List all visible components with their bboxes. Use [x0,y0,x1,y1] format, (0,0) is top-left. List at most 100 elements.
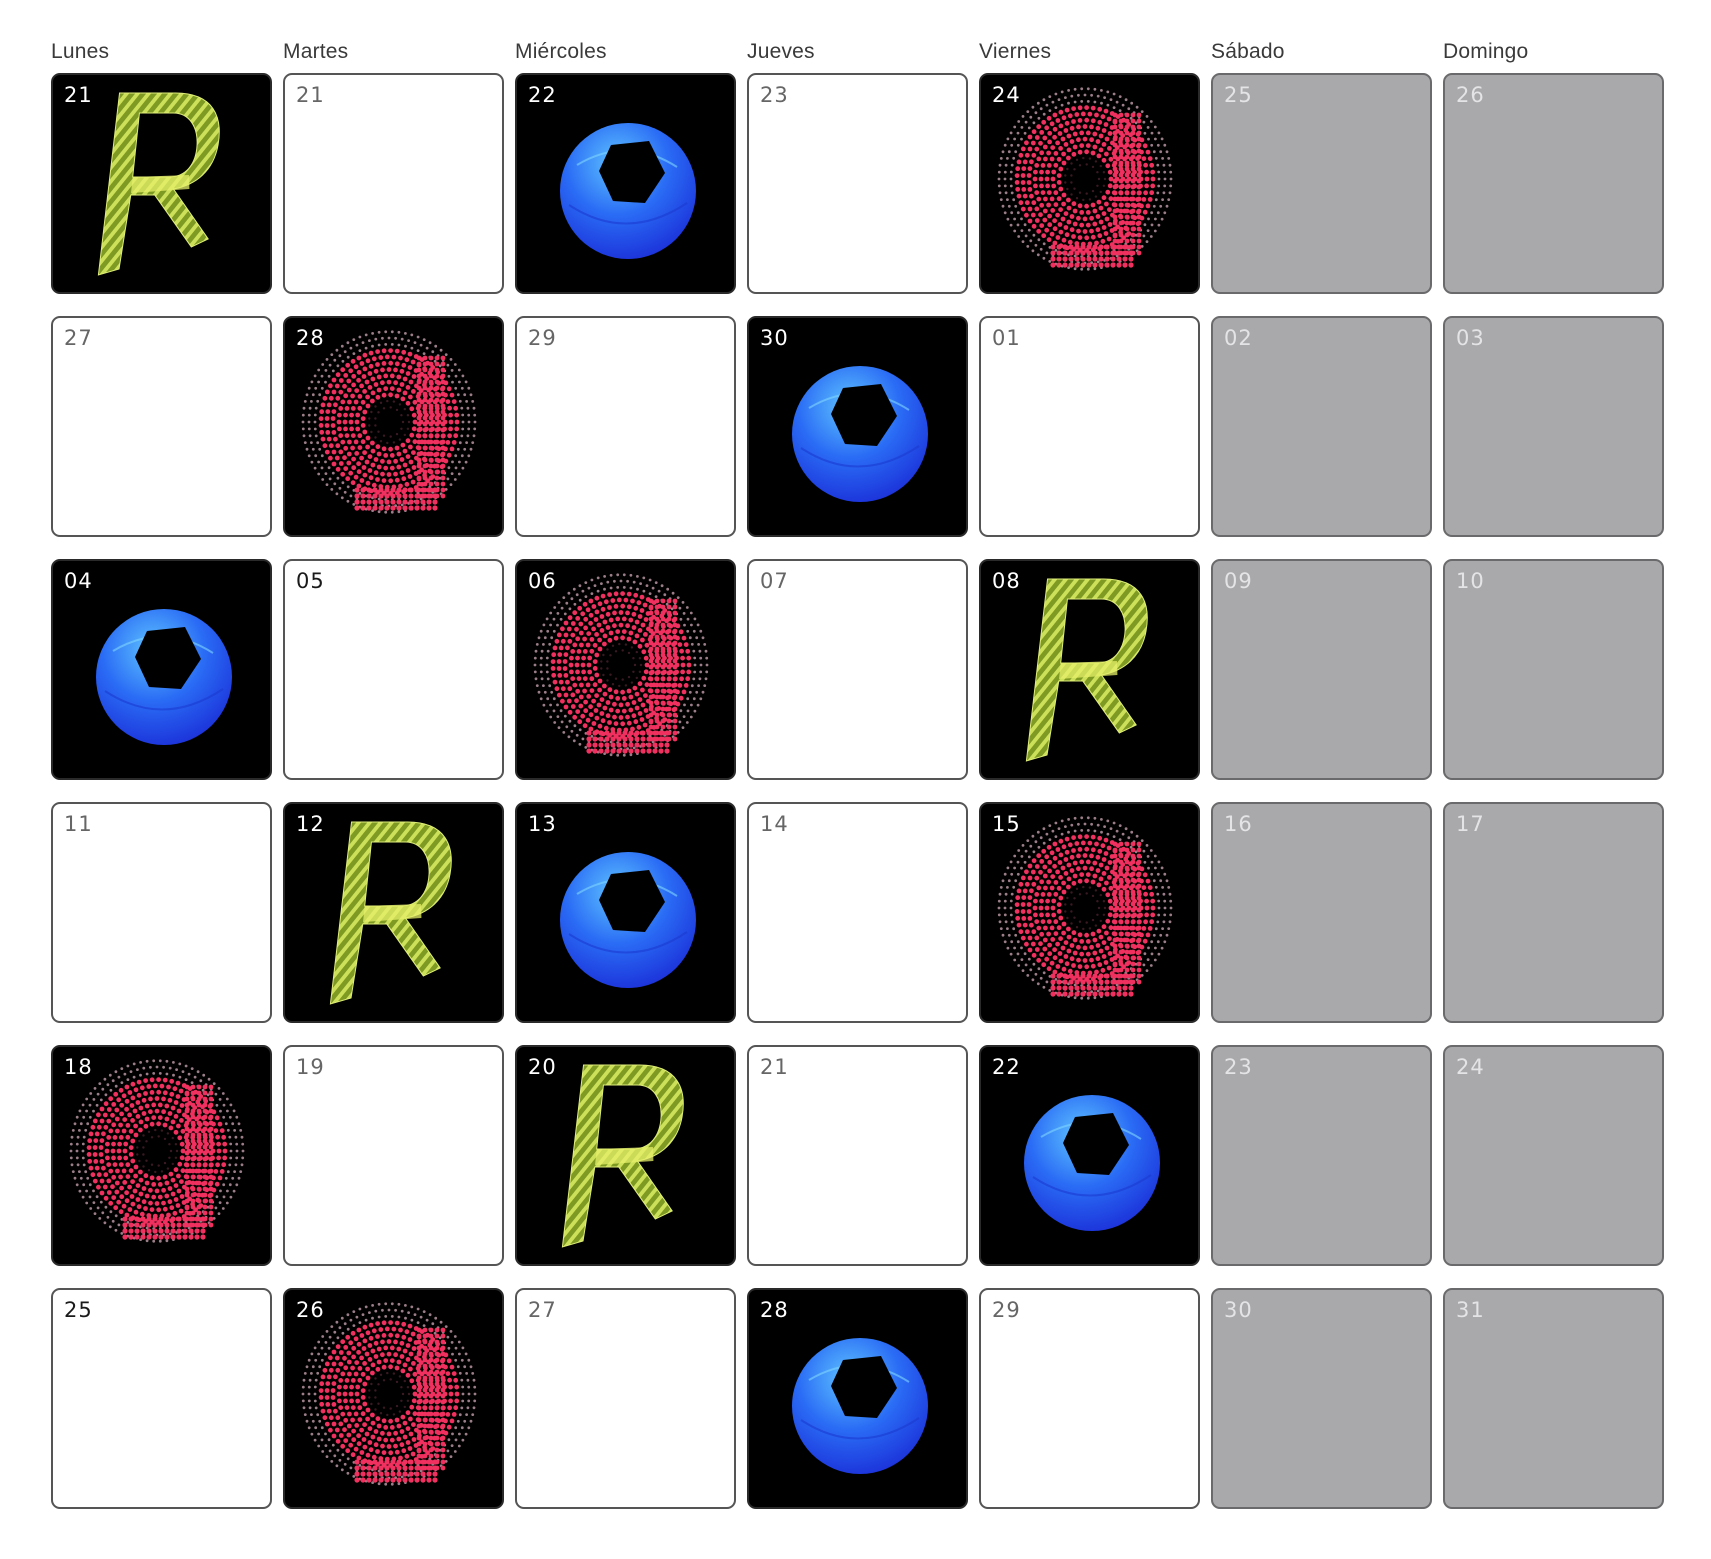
day-cell-12[interactable]: 12 [283,802,504,1023]
letter-g-icon [301,330,477,514]
day-number: 22 [992,1055,1021,1079]
day-cell-27[interactable]: 27 [51,316,272,537]
day-cell-30[interactable]: 30 [1211,1288,1432,1509]
weekday-label-jueves: Jueves [747,40,815,63]
day-number: 30 [1224,1298,1253,1322]
day-number: 23 [1224,1055,1253,1079]
day-number: 19 [296,1055,325,1079]
weekday-label-viernes: Viernes [979,40,1052,63]
weekday-label-lunes: Lunes [51,40,110,63]
day-number: 31 [1456,1298,1485,1322]
day-cell-08[interactable]: 08 [979,559,1200,780]
day-cell-28[interactable]: 28 [283,316,504,537]
day-number: 27 [528,1298,557,1322]
day-number: 17 [1456,812,1485,836]
day-cell-21[interactable]: 21 [283,73,504,294]
day-number: 04 [64,569,93,593]
day-cell-15[interactable]: 15 [979,802,1200,1023]
day-number: 10 [1456,569,1485,593]
weekday-label-domingo: Domingo [1443,40,1529,63]
letter-o-icon [792,1338,928,1474]
day-cell-29[interactable]: 29 [515,316,736,537]
weekday-label-sabado: Sábado [1211,40,1285,63]
day-cell-31[interactable]: 31 [1443,1288,1664,1509]
letter-g-icon [301,1302,477,1486]
day-number: 05 [296,569,325,593]
day-cell-25[interactable]: 25 [1211,73,1432,294]
day-number: 16 [1224,812,1253,836]
day-number: 01 [992,326,1021,350]
day-number: 21 [64,83,93,107]
day-cell-04[interactable]: 04 [51,559,272,780]
day-number: 30 [760,326,789,350]
day-cell-14[interactable]: 14 [747,802,968,1023]
day-cell-18[interactable]: 18 [51,1045,272,1266]
day-number: 23 [760,83,789,107]
day-number: 11 [64,812,93,836]
letter-o-icon [96,609,232,745]
day-number: 02 [1224,326,1253,350]
day-cell-13[interactable]: 13 [515,802,736,1023]
day-cell-21[interactable]: 21 [747,1045,968,1266]
letter-g-icon [69,1059,245,1243]
day-cell-20[interactable]: 20 [515,1045,736,1266]
weekday-label-martes: Martes [283,40,349,63]
letter-r-icon [329,821,452,1005]
day-number: 25 [64,1298,93,1322]
day-number: 15 [992,812,1021,836]
day-number: 14 [760,812,789,836]
day-cell-22[interactable]: 22 [515,73,736,294]
letter-r-icon [97,92,220,276]
letter-g-icon [997,87,1173,271]
day-cell-26[interactable]: 26 [1443,73,1664,294]
day-number: 22 [528,83,557,107]
day-number: 24 [1456,1055,1485,1079]
day-cell-11[interactable]: 11 [51,802,272,1023]
letter-g-icon [997,816,1173,1000]
day-cell-24[interactable]: 24 [1443,1045,1664,1266]
day-cell-30[interactable]: 30 [747,316,968,537]
letter-r-icon [1025,578,1148,762]
day-cell-23[interactable]: 23 [747,73,968,294]
day-number: 21 [760,1055,789,1079]
day-cell-19[interactable]: 19 [283,1045,504,1266]
day-cell-02[interactable]: 02 [1211,316,1432,537]
day-cell-24[interactable]: 24 [979,73,1200,294]
day-number: 27 [64,326,93,350]
day-cell-27[interactable]: 27 [515,1288,736,1509]
day-cell-21[interactable]: 21 [51,73,272,294]
day-cell-17[interactable]: 17 [1443,802,1664,1023]
day-cell-03[interactable]: 03 [1443,316,1664,537]
day-number: 18 [64,1055,93,1079]
day-cell-07[interactable]: 07 [747,559,968,780]
day-number: 25 [1224,83,1253,107]
day-cell-22[interactable]: 22 [979,1045,1200,1266]
day-number: 29 [992,1298,1021,1322]
day-number: 24 [992,83,1021,107]
letter-o-icon [560,852,696,988]
day-number: 09 [1224,569,1253,593]
day-number: 28 [760,1298,789,1322]
day-number: 20 [528,1055,557,1079]
letter-g-icon [533,573,709,757]
day-number: 06 [528,569,557,593]
day-number: 13 [528,812,557,836]
letter-o-icon [792,366,928,502]
day-cell-10[interactable]: 10 [1443,559,1664,780]
day-cell-25[interactable]: 25 [51,1288,272,1509]
day-number: 26 [1456,83,1485,107]
day-cell-28[interactable]: 28 [747,1288,968,1509]
day-cell-16[interactable]: 16 [1211,802,1432,1023]
day-cell-05[interactable]: 05 [283,559,504,780]
day-cell-01[interactable]: 01 [979,316,1200,537]
letter-r-icon [561,1064,684,1248]
day-cell-29[interactable]: 29 [979,1288,1200,1509]
day-number: 26 [296,1298,325,1322]
day-number: 08 [992,569,1021,593]
day-cell-23[interactable]: 23 [1211,1045,1432,1266]
calendar-grid: 21 21 22 23 24 25 26 27 28 29 30 01 02 03 04 05 06 07 08 09… [51,73,1668,1509]
day-cell-09[interactable]: 09 [1211,559,1432,780]
day-cell-26[interactable]: 26 [283,1288,504,1509]
letter-o-icon [560,123,696,259]
day-cell-06[interactable]: 06 [515,559,736,780]
